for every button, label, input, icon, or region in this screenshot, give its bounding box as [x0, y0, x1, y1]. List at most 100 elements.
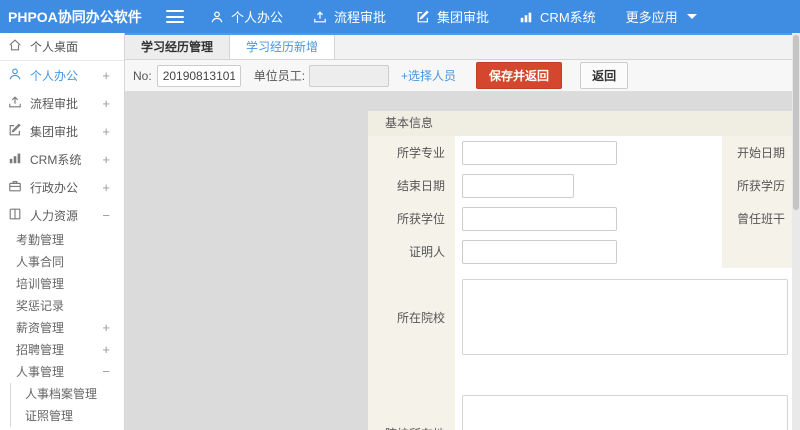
book-icon [8, 207, 22, 224]
nav-crm-system[interactable]: CRM系统 [519, 7, 596, 26]
sidebar-item-rewards[interactable]: 奖惩记录 [0, 295, 124, 317]
field-label-degree: 所获学位 [396, 212, 445, 226]
field-label-class-cadre: 曾任班干 [736, 212, 785, 226]
main-pane: 学习经历管理 学习经历新增 No: 单位员工: +选择人员 保存并返回 返回 基… [125, 33, 800, 430]
content-area: 基本信息 所学专业 开始日期 结束日期 所获学历 所获学位 曾任班干 证明人 所… [125, 92, 800, 430]
nav-more-apps[interactable]: 更多应用 [626, 7, 697, 26]
tab-bar: 学习经历管理 学习经历新增 [125, 33, 800, 60]
caret-down-icon [686, 14, 697, 19]
expand-plus-icon[interactable]: + [102, 124, 116, 139]
field-label-education: 所获学历 [736, 179, 785, 193]
sidebar-item-personnel[interactable]: 人事管理 − [0, 361, 124, 383]
form-row-witness: 证明人 [368, 235, 793, 268]
field-label-end-date: 结束日期 [396, 179, 445, 193]
sidebar-item-label: 个人办公 [30, 68, 79, 83]
sidebar-item-hr-contract[interactable]: 人事合同 [0, 251, 124, 273]
field-label-school: 所在院校 [396, 310, 445, 325]
sidebar-item-recruiting[interactable]: 招聘管理 + [0, 339, 124, 361]
edit-icon [8, 123, 22, 140]
employee-input[interactable] [309, 64, 390, 87]
form-row-degree: 所获学位 曾任班干 [368, 202, 793, 235]
return-button[interactable]: 返回 [580, 62, 629, 89]
no-input[interactable] [156, 64, 241, 87]
personnel-submenu: 人事档案管理 证照管理 [10, 383, 124, 427]
sub-item-label: 考勤管理 [16, 233, 65, 247]
collapse-minus-icon[interactable]: − [102, 361, 124, 383]
school-textarea[interactable] [462, 279, 788, 355]
hamburger-menu-icon[interactable] [166, 10, 184, 23]
briefcase-icon [8, 179, 22, 196]
major-input[interactable] [462, 140, 617, 165]
sub-item-label: 人事管理 [16, 365, 65, 379]
sub-item-label: 薪资管理 [16, 321, 65, 335]
expand-plus-icon[interactable]: + [102, 96, 116, 111]
home-icon [8, 38, 30, 55]
tab-study-history-manage[interactable]: 学习经历管理 [125, 35, 231, 59]
form-row-school: 所在院校 [368, 268, 793, 366]
person-icon [8, 67, 22, 84]
nav-workflow-approval[interactable]: 流程审批 [313, 7, 386, 26]
chart-icon [8, 151, 22, 168]
field-label-empty [722, 235, 793, 268]
workflow-icon [8, 95, 22, 112]
sidebar-item-crm[interactable]: CRM系统 + [0, 145, 124, 173]
field-label-witness: 证明人 [408, 245, 445, 259]
form-row-major: 所学专业 开始日期 [368, 136, 793, 169]
sidebar-item-label: 流程审批 [30, 96, 79, 111]
sidebar: 个人桌面 个人办公 + 流程审批 + 集团审批 + CRM系统 + 行政办公 +… [0, 33, 125, 430]
school-location-textarea[interactable] [462, 395, 788, 430]
no-label: No: [133, 68, 152, 83]
field-label-school-location: 院校所在地 [368, 384, 455, 430]
sidebar-item-label: 个人桌面 [30, 40, 79, 54]
expand-plus-icon[interactable]: + [102, 317, 124, 339]
nav-label: 集团审批 [437, 10, 490, 25]
sidebar-item-hr[interactable]: 人力资源 − [0, 201, 124, 229]
section-title: 基本信息 [368, 111, 793, 136]
sidebar-item-attendance[interactable]: 考勤管理 [0, 229, 124, 251]
nav-group-approval[interactable]: 集团审批 [416, 7, 489, 26]
vertical-scrollbar[interactable] [792, 33, 800, 430]
end-date-input[interactable] [462, 173, 574, 198]
sub-item-label: 证照管理 [25, 409, 74, 423]
nav-label: 流程审批 [334, 10, 387, 25]
save-and-return-button[interactable]: 保存并返回 [476, 62, 563, 89]
select-person-link[interactable]: +选择人员 [401, 67, 456, 84]
sidebar-item-admin-office[interactable]: 行政办公 + [0, 173, 124, 201]
sidebar-item-workflow-approval[interactable]: 流程审批 + [0, 89, 124, 117]
field-label-start-date: 开始日期 [736, 146, 785, 160]
sidebar-item-label: 行政办公 [30, 180, 79, 195]
workflow-icon [313, 10, 327, 24]
scrollbar-thumb[interactable] [793, 35, 799, 210]
tab-study-history-new[interactable]: 学习经历新增 [230, 35, 336, 59]
form-row-school-location: 院校所在地 [368, 384, 793, 430]
sidebar-item-desktop[interactable]: 个人桌面 [0, 33, 124, 61]
nav-personal-office[interactable]: 个人办公 [210, 7, 283, 26]
top-nav: 个人办公 流程审批 集团审批 CRM系统 更多应用 [210, 7, 727, 26]
app-brand: PHPOA协同办公软件 [8, 8, 142, 25]
degree-input[interactable] [462, 206, 617, 231]
expand-plus-icon[interactable]: + [102, 68, 116, 83]
sub-item-label: 培训管理 [16, 277, 65, 291]
collapse-minus-icon[interactable]: − [102, 208, 116, 223]
sidebar-item-training[interactable]: 培训管理 [0, 273, 124, 295]
nav-label: 更多应用 [625, 10, 678, 25]
edit-icon [416, 9, 430, 24]
field-label-major: 所学专业 [396, 146, 445, 160]
sidebar-item-group-approval[interactable]: 集团审批 + [0, 117, 124, 145]
expand-plus-icon[interactable]: + [102, 180, 116, 195]
sidebar-item-certificates[interactable]: 证照管理 [11, 405, 124, 427]
employee-label: 单位员工: [253, 69, 306, 83]
form-toolbar: No: 单位员工: +选择人员 保存并返回 返回 [125, 60, 800, 92]
sidebar-item-salary[interactable]: 薪资管理 + [0, 317, 124, 339]
expand-plus-icon[interactable]: + [102, 339, 124, 361]
sub-item-label: 人事档案管理 [25, 387, 98, 401]
sidebar-item-personal-office[interactable]: 个人办公 + [0, 61, 124, 89]
sidebar-item-label: CRM系统 [30, 152, 82, 167]
sidebar-item-personnel-files[interactable]: 人事档案管理 [11, 383, 124, 405]
sidebar-item-label: 人力资源 [30, 208, 79, 223]
form-row-end-date: 结束日期 所获学历 [368, 169, 793, 202]
sub-item-label: 招聘管理 [16, 343, 65, 357]
expand-plus-icon[interactable]: + [102, 152, 116, 167]
topbar: PHPOA协同办公软件 个人办公 流程审批 集团审批 CRM系统 更多应用 [0, 0, 800, 33]
witness-input[interactable] [462, 239, 617, 264]
